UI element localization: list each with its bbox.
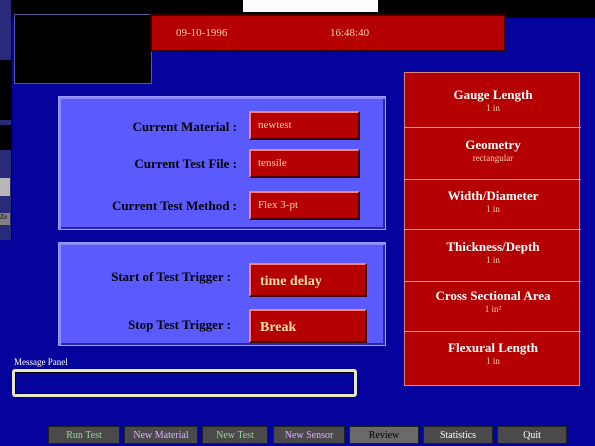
current-settings-group: Current Material : newtest Current Test …: [58, 96, 386, 230]
time-label: 16:48:40: [330, 27, 370, 39]
thickness-depth-value: 1 in: [486, 255, 500, 265]
current-test-method-label: Current Test Method :: [111, 198, 237, 213]
new-material-button[interactable]: New Material: [124, 426, 198, 444]
width-diameter-title: Width/Diameter: [447, 188, 539, 203]
background-window-title: [243, 0, 378, 12]
background-window-tab[interactable]: Ze: [0, 213, 10, 225]
statistics-button[interactable]: Statistics: [423, 426, 493, 444]
message-panel-label: Message Panel: [14, 357, 68, 367]
stop-trigger-field[interactable]: Break: [249, 309, 367, 343]
flexural-length-item[interactable]: Flexural Length 1 in: [405, 331, 581, 387]
start-trigger-label: Start of Test Trigger :: [111, 269, 231, 284]
flexural-length-value: 1 in: [486, 356, 500, 366]
current-material-field[interactable]: newtest: [249, 111, 360, 140]
thickness-depth-item[interactable]: Thickness/Depth 1 in: [405, 229, 581, 282]
current-material-label: Current Material :: [132, 119, 237, 134]
cross-sectional-area-item[interactable]: Cross Sectional Area 1 in²: [405, 281, 581, 332]
geometry-title: Geometry: [465, 137, 521, 152]
current-test-file-field[interactable]: tensile: [249, 149, 360, 178]
current-test-file-label: Current Test File :: [134, 156, 237, 171]
gauge-length-value: 1 in: [486, 103, 500, 113]
video-display-panel: [14, 14, 152, 84]
flexural-length-title: Flexural Length: [448, 340, 538, 355]
message-panel: [12, 369, 357, 397]
review-button[interactable]: Review: [349, 426, 419, 444]
new-test-button[interactable]: New Test: [202, 426, 268, 444]
current-test-method-field[interactable]: Flex 3-pt: [249, 191, 360, 220]
run-test-button[interactable]: Run Test: [48, 426, 120, 444]
trigger-group: Start of Test Trigger : time delay Stop …: [58, 242, 386, 346]
start-trigger-field[interactable]: time delay: [249, 263, 367, 297]
geometry-value: rectangular: [472, 153, 514, 163]
cross-sectional-area-value: 1 in²: [484, 304, 502, 314]
gauge-length-title: Gauge Length: [453, 87, 533, 102]
gauge-length-item[interactable]: Gauge Length 1 in: [405, 73, 581, 128]
new-sensor-button[interactable]: New Sensor: [273, 426, 345, 444]
geometry-item[interactable]: Geometry rectangular: [405, 127, 581, 180]
date-time-bar: 09-10-1996 16:48:40: [150, 14, 506, 52]
background-window-edge: [0, 0, 12, 240]
cross-sectional-area-title: Cross Sectional Area: [435, 288, 551, 303]
stop-trigger-label: Stop Test Trigger :: [128, 317, 231, 332]
width-diameter-item[interactable]: Width/Diameter 1 in: [405, 179, 581, 230]
width-diameter-value: 1 in: [486, 204, 500, 214]
thickness-depth-title: Thickness/Depth: [446, 239, 540, 254]
specimen-dimensions-panel: Gauge Length 1 in Geometry rectangular W…: [404, 72, 581, 387]
quit-button[interactable]: Quit: [497, 426, 567, 444]
date-label: 09-10-1996: [176, 27, 228, 39]
